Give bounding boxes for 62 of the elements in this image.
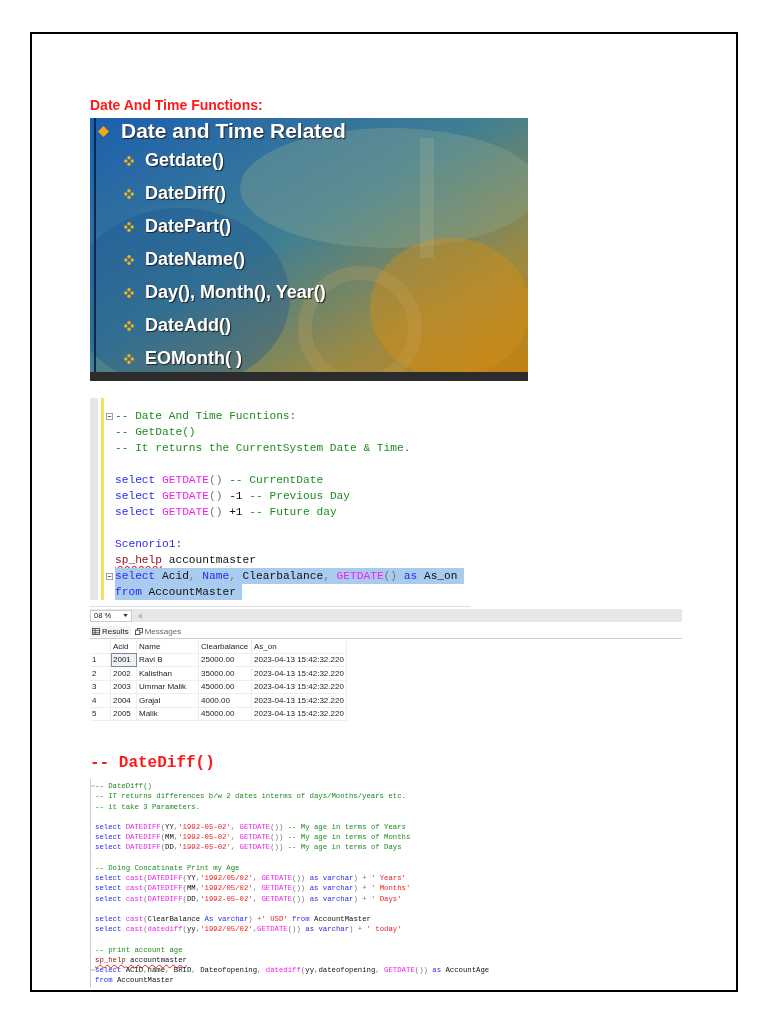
scroll-left-icon[interactable]: [138, 612, 143, 619]
bullet-icon: [124, 353, 134, 364]
table-cell: Ravi B: [136, 653, 199, 667]
slide-bullet-text: Getdate(): [145, 150, 224, 171]
code-line: select GETDATE() +1 -- Future day: [115, 505, 338, 520]
code-line: -- GetDate(): [115, 425, 197, 440]
code-line: select GETDATE() -- CurrentDate: [115, 473, 325, 488]
table-cell: Kalisthan: [136, 666, 199, 680]
table-cell: 2023-04-13 15:42:32.220: [251, 666, 347, 680]
table-cell: 2002: [110, 666, 137, 680]
table-cell: Malik: [136, 707, 199, 721]
bullet-icon: [124, 221, 134, 232]
slide-bullet-text: EOMonth( ): [145, 348, 242, 369]
code-line: -- Date And Time Fucntions:: [115, 409, 298, 424]
bullet-icon: [124, 254, 134, 265]
page-heading: Date And Time Functions:: [90, 96, 263, 114]
windows-icon: [134, 628, 143, 635]
bullet-icon: [124, 155, 134, 166]
slide-bullet-text: DateName(): [145, 249, 246, 270]
table-cell: 2005: [110, 707, 137, 721]
grid-icon: [92, 628, 100, 635]
slide-bullet-text: Day(), Month(), Year(): [145, 282, 326, 303]
bullet-icon: [124, 320, 134, 331]
slide-title: Date and Time Related: [121, 119, 346, 143]
results-tab[interactable]: Results: [90, 626, 131, 637]
table-cell: 25000.00: [198, 653, 252, 667]
slide-bullet-text: DatePart(): [145, 216, 232, 237]
bullet-icon: [124, 188, 134, 199]
table-cell: Grajal: [136, 693, 199, 707]
table-cell: 45000.00: [198, 707, 252, 721]
code-line: sp_help accountmaster: [115, 553, 257, 568]
table-cell: 2023-04-13 15:42:32.220: [251, 653, 347, 667]
column-header: Clearbalance: [198, 640, 252, 653]
diamond-bullet-icon: [98, 125, 109, 137]
row-number: 2: [90, 666, 111, 680]
table-cell: 45000.00: [198, 680, 252, 694]
table-cell: 35000.00: [198, 666, 252, 680]
column-header: As_on: [251, 640, 347, 653]
row-number: 3: [90, 680, 111, 694]
code-line: select GETDATE() -1 -- Previous Day: [115, 489, 352, 504]
table-cell: 2003: [110, 680, 137, 694]
section-heading: -- DateDiff(): [90, 753, 215, 773]
caret-icon: [123, 614, 129, 617]
table-cell: 4000.00: [198, 693, 252, 707]
row-number: 4: [90, 693, 111, 707]
slide-bullet-text: DateAdd(): [145, 315, 231, 336]
collapse-icon[interactable]: [106, 572, 113, 580]
table-cell: 2023-04-13 15:42:32.220: [251, 680, 347, 694]
code-line: -- It returns the CurrentSystem Date & Time.: [115, 441, 412, 456]
column-header: Name: [136, 640, 199, 653]
table-cell: Ummar Malik: [136, 680, 199, 694]
row-number: 5: [90, 707, 111, 721]
table-cell: 2001: [110, 653, 137, 667]
row-number: 1: [90, 653, 111, 667]
table-cell: 2023-04-13 15:42:32.220: [251, 693, 347, 707]
slide-bullet-text: DateDiff(): [145, 183, 226, 204]
table-cell: 2023-04-13 15:42:32.220: [251, 707, 347, 721]
results-tab[interactable]: Messages: [132, 626, 184, 637]
table-cell: 2004: [110, 693, 137, 707]
code-line: Scenorio1:: [115, 537, 184, 552]
collapse-icon[interactable]: [106, 412, 113, 420]
bullet-icon: [124, 287, 134, 298]
